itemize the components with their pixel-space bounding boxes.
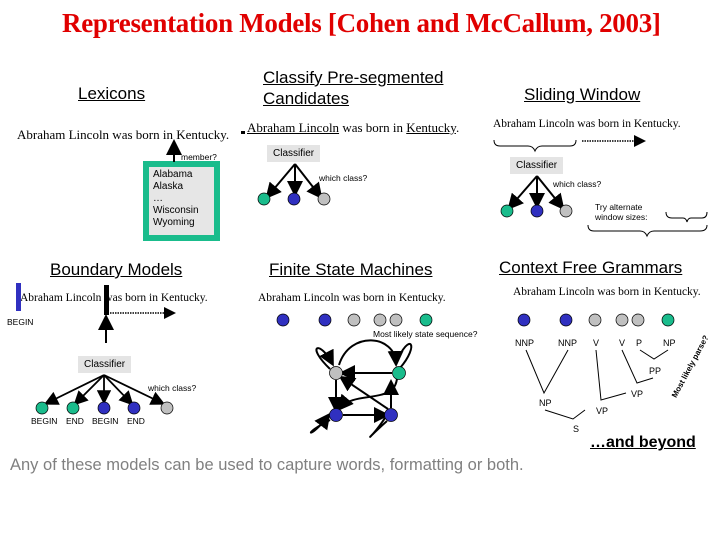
sliding-node-teal xyxy=(500,204,514,218)
classify-tree xyxy=(265,163,323,200)
class-node-blue xyxy=(287,192,301,206)
dot-marker xyxy=(241,131,245,134)
sliding-tree xyxy=(507,175,565,211)
boundary-node-end xyxy=(66,401,80,415)
cfg-tree-edges xyxy=(525,349,669,420)
fsm-state-gray xyxy=(329,366,343,380)
boundary-node-none xyxy=(160,401,174,415)
fsm-graph xyxy=(309,339,413,438)
cfg-word-gray xyxy=(615,313,629,327)
fsm-state-teal xyxy=(392,366,406,380)
fsm-seq-gray xyxy=(389,313,403,327)
cfg-word-gray xyxy=(631,313,645,327)
diagram-canvas xyxy=(16,131,708,438)
class-node-teal xyxy=(257,192,271,206)
alt-brace-large xyxy=(587,224,708,238)
fsm-seq-blue xyxy=(276,313,290,327)
cfg-word-teal xyxy=(661,313,675,327)
fsm-seq-blue xyxy=(318,313,332,327)
begin-marker xyxy=(16,283,21,311)
fsm-state-blue xyxy=(329,408,343,422)
cfg-word-blue xyxy=(559,313,573,327)
boundary-node-end xyxy=(127,401,141,415)
boundary-cursor xyxy=(104,285,109,315)
sliding-node-blue xyxy=(530,204,544,218)
sliding-node-gray xyxy=(559,204,573,218)
cfg-word-blue xyxy=(517,313,531,327)
boundary-tree xyxy=(43,374,166,406)
boundary-node-begin xyxy=(97,401,111,415)
class-node-gray xyxy=(317,192,331,206)
alt-brace-small xyxy=(665,211,708,223)
fsm-seq-gray xyxy=(347,313,361,327)
cfg-word-gray xyxy=(588,313,602,327)
fsm-seq-gray xyxy=(373,313,387,327)
boundary-node-begin xyxy=(35,401,49,415)
fsm-seq-teal xyxy=(419,313,433,327)
window-brace xyxy=(493,139,577,153)
fsm-state-blue xyxy=(384,408,398,422)
